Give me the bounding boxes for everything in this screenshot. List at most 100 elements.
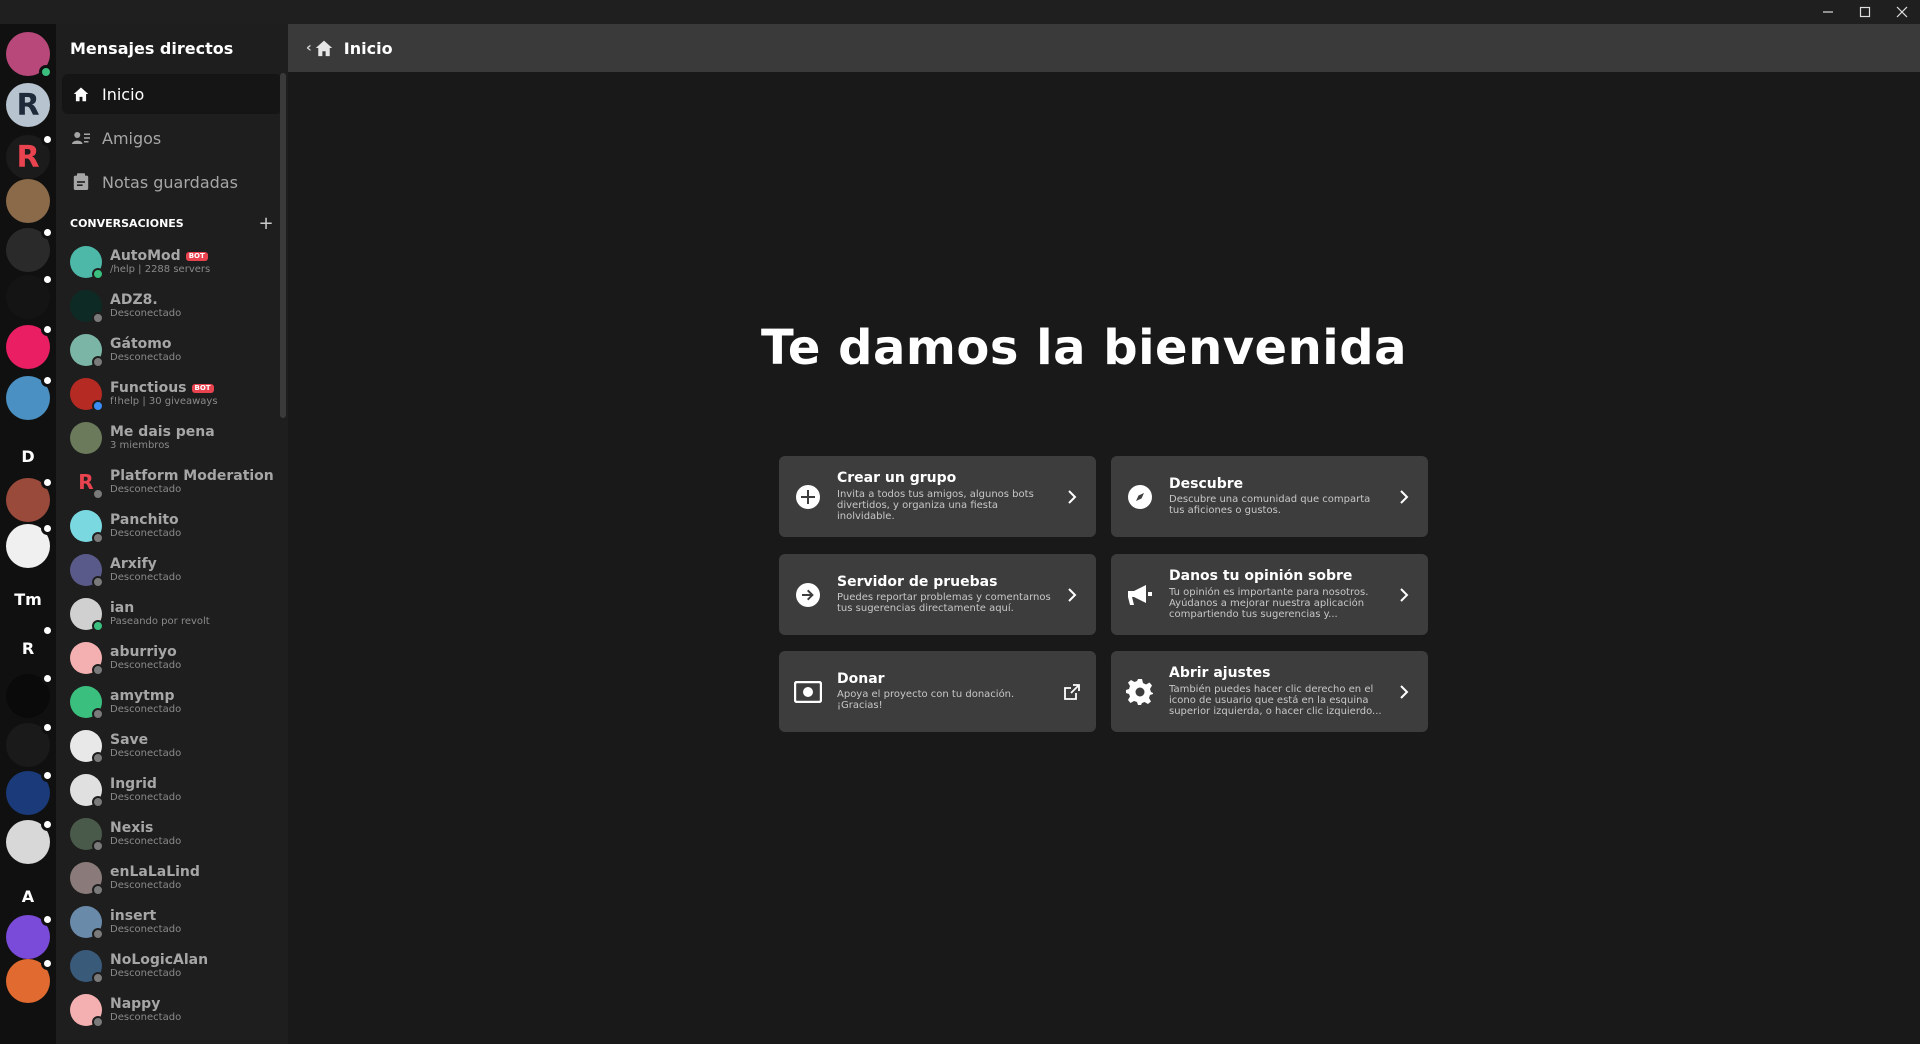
- conversation-item[interactable]: R Platform Moderation Desconectado: [56, 460, 288, 504]
- conversation-item[interactable]: NoLogicAlan Desconectado: [56, 944, 288, 988]
- conversation-status: Desconectado: [110, 792, 182, 804]
- avatar: [70, 642, 104, 676]
- conversation-status: Desconectado: [110, 836, 182, 848]
- conversation-name-row: Save: [110, 732, 181, 748]
- conversation-name-row: insert: [110, 907, 181, 924]
- chevron-right-icon: [1064, 587, 1080, 602]
- server-creeper[interactable]: [6, 273, 54, 319]
- server-earth[interactable]: [6, 769, 54, 815]
- conversation-item[interactable]: Ingrid Desconectado: [56, 768, 288, 812]
- conversation-name: Functious: [110, 379, 187, 396]
- avatar: [70, 246, 104, 280]
- server-crate[interactable]: [6, 179, 50, 223]
- nav-item-notas-guardadas[interactable]: Notas guardadas: [62, 162, 282, 202]
- feedback-card[interactable]: Danos tu opinión sobre Tu opinión es impo…: [1111, 554, 1428, 635]
- minimize-button[interactable]: [1809, 0, 1846, 24]
- conversation-item[interactable]: enLaLaLind Desconectado: [56, 856, 288, 900]
- conversation-status: Desconectado: [110, 572, 182, 584]
- donate-card[interactable]: Donar Apoya el proyecto con tu donación. …: [779, 651, 1096, 732]
- conversation-name: Arxify: [110, 555, 157, 572]
- conversation-text: aburriyo Desconectado: [110, 644, 181, 671]
- card-text: Donar Apoya el proyecto con tu donación. …: [837, 672, 1054, 711]
- conversation-item[interactable]: ADZ8. Desconectado: [56, 284, 288, 328]
- megaphone-icon: [1125, 580, 1155, 610]
- conversation-item[interactable]: amytmp Desconectado: [56, 680, 288, 724]
- conversation-name-row: NoLogicAlan: [110, 951, 209, 968]
- server-a[interactable]: A: [6, 874, 50, 918]
- conversation-item[interactable]: Panchito Desconectado: [56, 504, 288, 548]
- conversation-name-row: Nappy: [110, 995, 181, 1012]
- server-orange[interactable]: [6, 957, 54, 1003]
- conversation-name: insert: [110, 907, 157, 924]
- presence-indicator: [92, 840, 104, 852]
- conversation-item[interactable]: Arxify Desconectado: [56, 548, 288, 592]
- maximize-icon: [1859, 6, 1870, 18]
- avatar-letter: R: [78, 470, 94, 494]
- welcome-heading: Te damos la bienvenida: [761, 320, 1407, 376]
- server-r-red[interactable]: R: [6, 133, 54, 179]
- conversation-text: Arxify Desconectado: [110, 555, 182, 584]
- chevron-right-icon: [1396, 587, 1412, 602]
- server-fingerprint[interactable]: [6, 323, 54, 369]
- conversation-item[interactable]: Gátomo Desconectado: [56, 328, 288, 372]
- create-group-card[interactable]: Crear un grupo Invita a todos tus amigos,…: [779, 456, 1096, 537]
- user-avatar[interactable]: [6, 32, 53, 79]
- conversation-name: ADZ8.: [110, 291, 158, 308]
- server-paint[interactable]: [6, 476, 54, 522]
- close-button[interactable]: [1883, 0, 1920, 24]
- home-icon: [72, 85, 90, 103]
- server-pepe[interactable]: [6, 374, 54, 420]
- server-d-label: D: [21, 446, 35, 466]
- server-red-bird[interactable]: [6, 721, 54, 767]
- server-r-blue[interactable]: R: [6, 83, 50, 127]
- maximize-button[interactable]: [1846, 0, 1883, 24]
- conversation-text: Panchito Desconectado: [110, 512, 181, 539]
- conversation-text: Gátomo Desconectado: [110, 336, 181, 363]
- unread-indicator: [41, 672, 54, 685]
- presence-indicator: [92, 400, 104, 412]
- conversation-item[interactable]: aburriyo Desconectado: [56, 636, 288, 680]
- conversation-name: Me dais pena: [110, 423, 215, 440]
- server-d[interactable]: D: [6, 434, 50, 478]
- sidebar-scrollbar[interactable]: [280, 73, 286, 418]
- conversation-item[interactable]: Nappy Desconectado: [56, 988, 288, 1032]
- conversation-item[interactable]: Functious BOT f!help | 30 giveaways: [56, 372, 288, 416]
- conversation-item[interactable]: Nexis Desconectado: [56, 812, 288, 856]
- server-anime[interactable]: [6, 818, 54, 864]
- card-description: Puedes reportar problemas y comentarnos …: [837, 592, 1051, 615]
- conversation-list: AutoMod BOT/help | 2288 servers ADZ8. Desco…: [56, 240, 288, 1032]
- avatar: [70, 774, 104, 808]
- nav-item-amigos[interactable]: Amigos: [62, 118, 282, 158]
- conversations-label: CONVERSACIONES: [70, 216, 184, 230]
- server-r[interactable]: R: [6, 624, 54, 670]
- presence-indicator: [92, 1016, 104, 1028]
- external-link-icon: [1064, 683, 1080, 700]
- dm-sidebar: Mensajes directos Inicio Amigos Notas guar…: [56, 24, 288, 1044]
- settings-card[interactable]: Abrir ajustes También puedes hacer clic d…: [1111, 651, 1428, 732]
- conversation-name: NoLogicAlan: [110, 951, 209, 968]
- conversation-item[interactable]: insert Desconectado: [56, 900, 288, 944]
- server-gold[interactable]: [6, 672, 54, 718]
- conversation-item[interactable]: AutoMod BOT/help | 2288 servers: [56, 240, 288, 284]
- conversation-item[interactable]: Save Desconectado: [56, 724, 288, 768]
- add-conversation-button[interactable]: +: [258, 213, 274, 234]
- conversation-item[interactable]: ian Paseando por revolt: [56, 592, 288, 636]
- discover-card[interactable]: Descubre Descubre una comunidad que compa…: [1111, 456, 1428, 537]
- conversation-item[interactable]: Me dais pena 3 miembros: [56, 416, 288, 460]
- server-bot-purple[interactable]: [6, 913, 54, 959]
- card-title: Abrir ajustes: [1169, 666, 1271, 682]
- server-pink-wrench[interactable]: [6, 226, 54, 272]
- server-target[interactable]: [6, 522, 54, 568]
- conversation-name: enLaLaLind: [110, 863, 200, 880]
- conversation-name: Nappy: [110, 995, 161, 1012]
- conversation-text: Nappy Desconectado: [110, 995, 181, 1023]
- presence-indicator: [92, 312, 104, 324]
- unread-indicator: [41, 226, 54, 239]
- unread-indicator: [41, 913, 54, 926]
- nav-item-inicio[interactable]: Inicio: [62, 74, 282, 114]
- back-button[interactable]: ‹: [306, 40, 312, 56]
- unread-indicator: [41, 957, 54, 970]
- server-tm[interactable]: Tm: [6, 577, 50, 621]
- home-icon: [314, 39, 334, 57]
- testing-server-card[interactable]: Servidor de pruebas Puedes reportar probl…: [779, 554, 1096, 635]
